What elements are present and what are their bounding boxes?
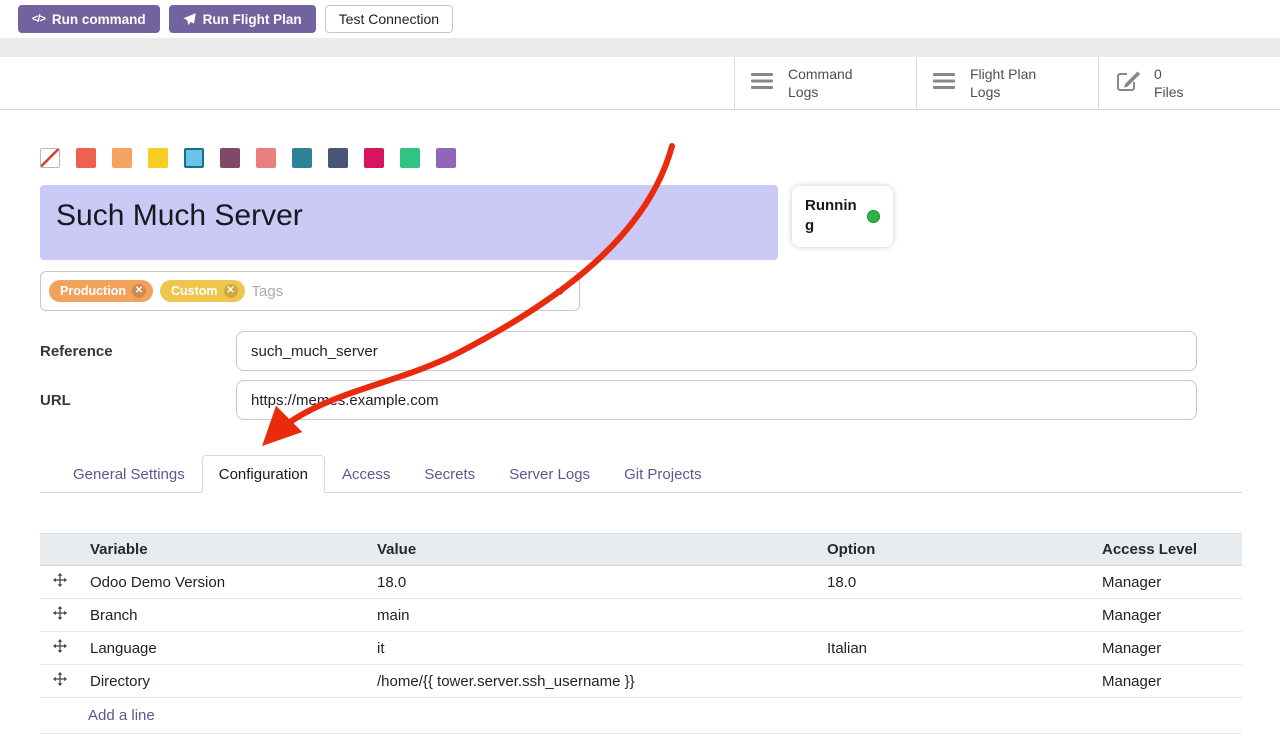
color-swatches	[40, 148, 1242, 168]
form-sheet: Such Much Server Running Production ✕ Cu…	[0, 148, 1280, 734]
cell-value[interactable]: /home/{{ tower.server.ssh_username }}	[367, 665, 817, 698]
table-row: Odoo Demo Version 18.0 18.0 Manager	[40, 566, 1242, 599]
column-header-value: Value	[367, 534, 817, 566]
table-header-row: Variable Value Option Access Level	[40, 534, 1242, 566]
cell-variable[interactable]: Branch	[80, 599, 367, 632]
tab-access[interactable]: Access	[325, 455, 407, 493]
url-field-row: URL	[40, 380, 1242, 420]
color-swatch-dark-purple[interactable]	[220, 148, 240, 168]
cell-variable[interactable]: Directory	[80, 665, 367, 698]
cell-variable[interactable]: Language	[80, 632, 367, 665]
cell-access-level[interactable]: Manager	[1092, 632, 1242, 665]
list-icon	[751, 71, 775, 96]
url-label: URL	[40, 392, 236, 409]
url-input[interactable]	[236, 380, 1197, 420]
drag-handle-icon[interactable]	[40, 665, 80, 698]
drag-handle-icon[interactable]	[40, 566, 80, 599]
color-swatch-fuchsia[interactable]	[364, 148, 384, 168]
tag-custom[interactable]: Custom ✕	[160, 280, 245, 302]
cell-option[interactable]: 18.0	[817, 566, 1092, 599]
cell-access-level[interactable]: Manager	[1092, 665, 1242, 698]
tab-configuration[interactable]: Configuration	[202, 455, 325, 493]
tab-server-logs[interactable]: Server Logs	[492, 455, 607, 493]
cell-value[interactable]: 18.0	[367, 566, 817, 599]
stat-files[interactable]: 0 Files	[1098, 57, 1280, 109]
color-swatch-green[interactable]	[400, 148, 420, 168]
tab-general-settings[interactable]: General Settings	[56, 455, 202, 493]
cell-access-level[interactable]: Manager	[1092, 599, 1242, 632]
color-swatch-teal[interactable]	[292, 148, 312, 168]
reference-label: Reference	[40, 343, 236, 360]
run-command-button[interactable]: </> Run command	[18, 5, 160, 33]
tags-placeholder: Tags	[252, 283, 284, 300]
stat-label: Command Logs	[788, 65, 878, 101]
files-stat-text: 0 Files	[1154, 65, 1184, 101]
server-form-page: </> Run command Run Flight Plan Test Con…	[0, 0, 1280, 742]
tag-remove-icon[interactable]: ✕	[132, 284, 146, 298]
cell-option[interactable]: Italian	[817, 632, 1092, 665]
stat-button-bar: Command Logs Flight Plan Logs 0 Files	[0, 57, 1280, 110]
table-row: Directory /home/{{ tower.server.ssh_user…	[40, 665, 1242, 698]
edit-pencil-icon	[1115, 69, 1141, 98]
color-swatch-dark-blue[interactable]	[328, 148, 348, 168]
reference-input[interactable]	[236, 331, 1197, 371]
test-connection-button[interactable]: Test Connection	[325, 5, 453, 33]
color-swatch-salmon[interactable]	[256, 148, 276, 168]
stat-flight-plan-logs[interactable]: Flight Plan Logs	[916, 57, 1098, 109]
add-line-row: Add a line	[40, 698, 1242, 734]
cell-value[interactable]: main	[367, 599, 817, 632]
files-count: 0	[1154, 65, 1184, 83]
status-label: Running	[805, 196, 857, 237]
toolbar-divider	[0, 38, 1280, 57]
list-icon	[933, 71, 957, 96]
column-header-access-level: Access Level	[1092, 534, 1242, 566]
tag-production[interactable]: Production ✕	[49, 280, 153, 302]
cell-access-level[interactable]: Manager	[1092, 566, 1242, 599]
add-line-link[interactable]: Add a line	[88, 707, 155, 724]
run-flight-plan-label: Run Flight Plan	[203, 12, 302, 27]
color-swatch-red[interactable]	[76, 148, 96, 168]
tag-label: Custom	[171, 284, 218, 298]
table-row: Language it Italian Manager	[40, 632, 1242, 665]
status-dot	[867, 210, 880, 223]
tab-git-projects[interactable]: Git Projects	[607, 455, 719, 493]
tag-remove-icon[interactable]: ✕	[224, 284, 238, 298]
color-swatch-yellow[interactable]	[148, 148, 168, 168]
stat-label: Flight Plan Logs	[970, 65, 1060, 101]
column-header-handle	[40, 534, 80, 566]
column-header-option: Option	[817, 534, 1092, 566]
title-row: Such Much Server Running	[40, 185, 1242, 260]
notebook-tabs: General Settings Configuration Access Se…	[40, 455, 1242, 493]
cell-value[interactable]: it	[367, 632, 817, 665]
tab-secrets[interactable]: Secrets	[407, 455, 492, 493]
code-icon: </>	[32, 13, 45, 25]
files-label: Files	[1154, 83, 1184, 101]
drag-handle-icon[interactable]	[40, 599, 80, 632]
color-swatch-light-blue[interactable]	[184, 148, 204, 168]
dropdown-caret-icon[interactable]	[556, 289, 566, 295]
test-connection-label: Test Connection	[339, 11, 439, 27]
color-swatch-purple[interactable]	[436, 148, 456, 168]
run-command-label: Run command	[52, 12, 146, 27]
color-swatch-none[interactable]	[40, 148, 60, 168]
column-header-variable: Variable	[80, 534, 367, 566]
run-flight-plan-button[interactable]: Run Flight Plan	[169, 5, 316, 33]
stat-command-logs[interactable]: Command Logs	[734, 57, 916, 109]
drag-handle-icon[interactable]	[40, 632, 80, 665]
color-swatch-orange[interactable]	[112, 148, 132, 168]
tags-field[interactable]: Production ✕ Custom ✕ Tags	[40, 271, 580, 311]
server-name-input[interactable]: Such Much Server	[40, 185, 778, 260]
action-toolbar: </> Run command Run Flight Plan Test Con…	[0, 0, 1280, 38]
cell-variable[interactable]: Odoo Demo Version	[80, 566, 367, 599]
variables-table: Variable Value Option Access Level Odoo …	[40, 533, 1242, 734]
cell-option[interactable]	[817, 599, 1092, 632]
paper-plane-icon	[183, 13, 196, 26]
reference-field-row: Reference	[40, 331, 1242, 371]
cell-option[interactable]	[817, 665, 1092, 698]
table-row: Branch main Manager	[40, 599, 1242, 632]
status-badge[interactable]: Running	[792, 186, 893, 247]
tag-label: Production	[60, 284, 126, 298]
